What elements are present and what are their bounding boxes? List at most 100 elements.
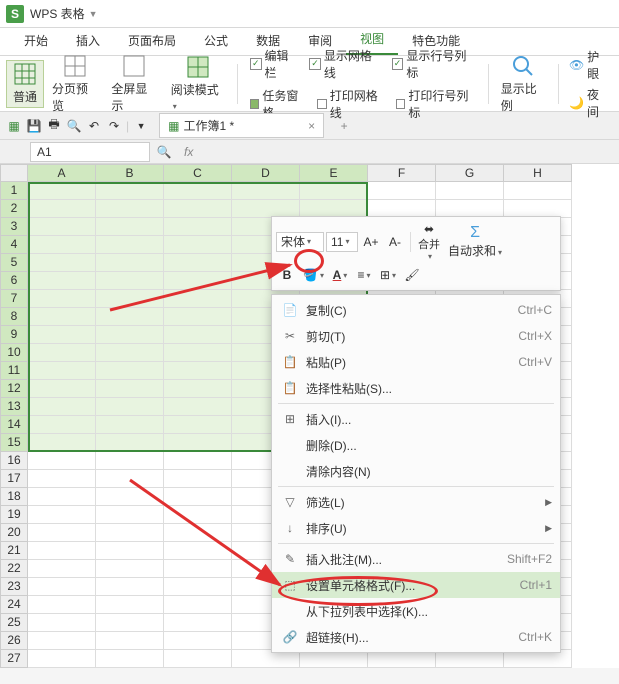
cell[interactable]	[96, 254, 164, 272]
cell[interactable]	[164, 596, 232, 614]
print-icon[interactable]: 🖶	[46, 118, 62, 134]
new-icon[interactable]: ▦	[6, 118, 22, 134]
cell[interactable]	[96, 344, 164, 362]
title-dropdown-icon[interactable]: ▼	[89, 9, 98, 19]
cell[interactable]	[164, 434, 232, 452]
cell[interactable]	[28, 488, 96, 506]
close-icon[interactable]: ×	[308, 119, 315, 133]
row-header[interactable]: 9	[0, 326, 28, 344]
cell[interactable]	[164, 614, 232, 632]
cell[interactable]	[96, 560, 164, 578]
cell[interactable]	[164, 218, 232, 236]
view-normal-button[interactable]: 普通	[6, 60, 44, 108]
cell[interactable]	[164, 272, 232, 290]
cell[interactable]	[28, 290, 96, 308]
cell[interactable]	[28, 614, 96, 632]
bold-button[interactable]: B	[276, 264, 298, 286]
cell[interactable]	[96, 650, 164, 668]
cell[interactable]	[28, 470, 96, 488]
cell[interactable]	[28, 578, 96, 596]
night-mode-button[interactable]: 🌙 夜间	[569, 86, 609, 120]
cell[interactable]	[164, 236, 232, 254]
cell[interactable]	[164, 542, 232, 560]
cell[interactable]	[96, 596, 164, 614]
col-header[interactable]: B	[96, 164, 164, 182]
fill-color-button[interactable]: 🪣▾	[300, 264, 327, 286]
col-header[interactable]: D	[232, 164, 300, 182]
cell[interactable]	[96, 290, 164, 308]
row-header[interactable]: 27	[0, 650, 28, 668]
row-header[interactable]: 21	[0, 542, 28, 560]
cell[interactable]	[96, 398, 164, 416]
cell[interactable]	[164, 308, 232, 326]
view-fullscreen-button[interactable]: 全屏显示	[105, 60, 162, 108]
name-box[interactable]: A1	[30, 142, 150, 162]
cell[interactable]	[96, 578, 164, 596]
row-header[interactable]: 15	[0, 434, 28, 452]
cell[interactable]	[96, 308, 164, 326]
chk-headings[interactable]: 显示行号列标	[392, 47, 476, 81]
font-size-select[interactable]: 11▾	[326, 232, 358, 252]
select-all-corner[interactable]	[0, 164, 28, 182]
cell[interactable]	[164, 200, 232, 218]
cell[interactable]	[96, 380, 164, 398]
cell[interactable]	[164, 632, 232, 650]
col-header[interactable]: H	[504, 164, 572, 182]
cell[interactable]	[28, 236, 96, 254]
row-header[interactable]: 17	[0, 470, 28, 488]
cell[interactable]	[96, 542, 164, 560]
row-header[interactable]: 25	[0, 614, 28, 632]
context-menu-item[interactable]: 从下拉列表中选择(K)...	[272, 598, 560, 624]
add-tab-icon[interactable]: +	[336, 118, 352, 134]
col-header[interactable]: G	[436, 164, 504, 182]
cell[interactable]	[96, 182, 164, 200]
cell[interactable]	[28, 344, 96, 362]
row-header[interactable]: 3	[0, 218, 28, 236]
menu-2[interactable]: 页面布局	[114, 26, 190, 55]
cell[interactable]	[96, 218, 164, 236]
row-header[interactable]: 7	[0, 290, 28, 308]
cell[interactable]	[28, 632, 96, 650]
search-icon[interactable]: 🔍	[156, 144, 172, 160]
cell[interactable]	[164, 398, 232, 416]
zoom-button[interactable]: 显示比例	[495, 60, 552, 108]
cell[interactable]	[164, 344, 232, 362]
cell[interactable]	[96, 434, 164, 452]
row-header[interactable]: 4	[0, 236, 28, 254]
font-family-select[interactable]: 宋体▾	[276, 232, 324, 252]
context-menu-item[interactable]: 📋粘贴(P)Ctrl+V	[272, 349, 560, 375]
cell[interactable]	[164, 524, 232, 542]
chk-gridlines[interactable]: 显示网格线	[309, 47, 382, 81]
cell[interactable]	[28, 506, 96, 524]
cell[interactable]	[164, 290, 232, 308]
document-tab[interactable]: ▦ 工作簿1 * ×	[159, 113, 324, 138]
row-header[interactable]: 20	[0, 524, 28, 542]
cell[interactable]	[436, 182, 504, 200]
cell[interactable]	[28, 308, 96, 326]
context-menu-item[interactable]: 🔗超链接(H)...Ctrl+K	[272, 624, 560, 650]
context-menu-item[interactable]: ✎插入批注(M)...Shift+F2	[272, 546, 560, 572]
cell[interactable]	[164, 506, 232, 524]
fx-label[interactable]: fx	[178, 145, 199, 159]
row-header[interactable]: 12	[0, 380, 28, 398]
context-menu-item[interactable]: ▽筛选(L)▶	[272, 489, 560, 515]
row-header[interactable]: 11	[0, 362, 28, 380]
increase-font-button[interactable]: A+	[360, 231, 382, 253]
row-header[interactable]: 1	[0, 182, 28, 200]
format-painter-button[interactable]: 🖌	[401, 264, 423, 286]
cell[interactable]	[164, 470, 232, 488]
cell[interactable]	[164, 182, 232, 200]
row-header[interactable]: 24	[0, 596, 28, 614]
cell[interactable]	[164, 416, 232, 434]
cell[interactable]	[164, 488, 232, 506]
context-menu-item[interactable]: 清除内容(N)	[272, 458, 560, 484]
context-menu-item[interactable]: 📋选择性粘贴(S)...	[272, 375, 560, 401]
cell[interactable]	[96, 416, 164, 434]
col-header[interactable]: F	[368, 164, 436, 182]
cell[interactable]	[164, 326, 232, 344]
cell[interactable]	[232, 182, 300, 200]
cell[interactable]	[28, 326, 96, 344]
cell[interactable]	[164, 560, 232, 578]
col-header[interactable]: C	[164, 164, 232, 182]
cell[interactable]	[96, 614, 164, 632]
